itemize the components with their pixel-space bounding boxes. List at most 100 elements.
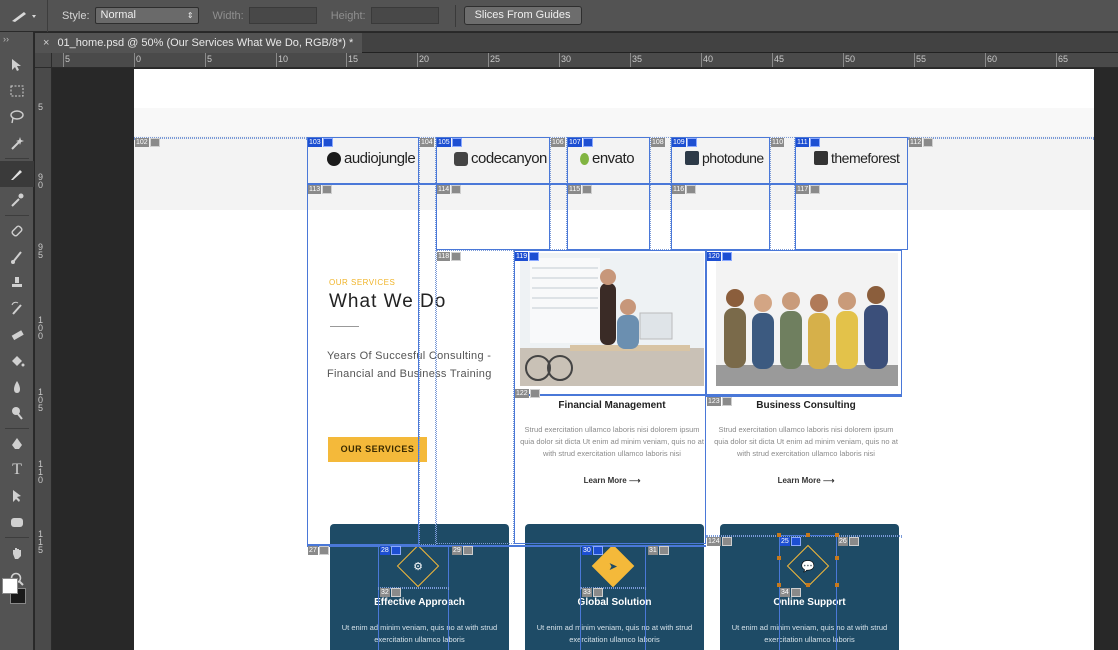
rectangle-tool-icon[interactable] <box>0 509 34 535</box>
slice-tag[interactable]: 118 <box>437 252 462 261</box>
slice-tool-icon[interactable] <box>0 161 34 187</box>
slice-handle[interactable] <box>835 583 839 587</box>
slice-outline <box>650 137 671 250</box>
tools-divider <box>5 428 29 429</box>
slice-tag[interactable]: 103 <box>308 138 333 147</box>
eraser-tool-icon[interactable] <box>0 322 34 348</box>
slice-tag[interactable]: 112 <box>909 138 934 147</box>
history-brush-tool-icon[interactable] <box>0 296 34 322</box>
slice-outline[interactable] <box>307 137 419 545</box>
slice-tag[interactable]: 117 <box>796 185 821 194</box>
blur-tool-icon[interactable] <box>0 374 34 400</box>
slice-tag[interactable]: 30 <box>582 546 603 555</box>
ruler-tick-label: 35 <box>632 54 643 64</box>
ruler-tick-mark <box>134 53 135 67</box>
style-select-value: Normal <box>100 9 136 21</box>
slice-tag[interactable]: 115 <box>568 185 593 194</box>
ruler-tick-label: 10 <box>278 54 289 64</box>
slice-tag[interactable]: 105 <box>437 138 462 147</box>
slice-outline[interactable] <box>706 250 902 395</box>
slice-tag[interactable]: 106 <box>551 138 565 147</box>
slice-tag[interactable]: 114 <box>437 185 462 194</box>
slice-tag[interactable]: 108 <box>651 138 665 147</box>
pen-tool-icon[interactable] <box>0 431 34 457</box>
healing-brush-tool-icon[interactable] <box>0 218 34 244</box>
slice-outline <box>134 137 307 139</box>
ruler-tick-mark <box>205 53 206 67</box>
eyedropper-tool-icon[interactable] <box>0 187 34 213</box>
ruler-tick-label: 115 <box>38 529 44 555</box>
slice-handle[interactable] <box>806 533 810 537</box>
slice-handle[interactable] <box>835 556 839 560</box>
slice-tool-preset-picker[interactable] <box>0 0 48 32</box>
slice-tag[interactable]: 110 <box>771 138 785 147</box>
style-label: Style: <box>62 9 90 22</box>
type-tool-icon[interactable]: T <box>0 457 34 483</box>
slice-tag[interactable]: 27 <box>308 546 329 555</box>
slices-from-guides-button[interactable]: Slices From Guides <box>463 6 582 25</box>
slice-tag[interactable]: 104 <box>420 138 434 147</box>
slice-tag[interactable]: 25 <box>780 537 801 546</box>
slice-tag[interactable]: 29 <box>452 546 473 555</box>
horizontal-ruler[interactable]: 5 0 5 10 15 20 25 30 35 40 45 50 55 60 65 <box>52 53 1118 68</box>
slice-outline[interactable] <box>514 250 706 395</box>
slice-tag[interactable]: 111 <box>796 138 820 147</box>
header-bottom-band <box>134 108 1094 136</box>
clone-stamp-tool-icon[interactable] <box>0 270 34 296</box>
slice-tag[interactable]: 28 <box>380 546 401 555</box>
ruler-tick-label: 20 <box>419 54 430 64</box>
slice-tag[interactable]: 124 <box>707 537 732 546</box>
tools-divider <box>5 215 29 216</box>
slice-handle[interactable] <box>777 583 781 587</box>
slice-outline[interactable] <box>378 545 449 650</box>
slice-tag[interactable]: 119 <box>515 252 540 261</box>
slice-tag[interactable]: 123 <box>707 397 732 406</box>
brush-tool-icon[interactable] <box>0 244 34 270</box>
slice-tag[interactable]: 107 <box>568 138 593 147</box>
document-tab[interactable]: × 01_home.psd @ 50% (Our Services What W… <box>35 33 362 53</box>
magic-wand-tool-icon[interactable] <box>0 130 34 156</box>
document-canvas[interactable]: audiojungle codecanyon envato photodune … <box>134 69 1094 650</box>
marquee-tool-icon[interactable] <box>0 78 34 104</box>
ruler-tick-label: 5 <box>65 54 71 64</box>
move-tool-icon[interactable] <box>0 52 34 78</box>
ruler-tick-label: 45 <box>774 54 785 64</box>
slice-tag[interactable]: 102 <box>135 138 160 147</box>
slice-outline <box>514 395 706 544</box>
foreground-color-swatch[interactable] <box>2 578 18 594</box>
ruler-origin[interactable] <box>35 53 52 68</box>
slice-tag[interactable]: 113 <box>308 185 333 194</box>
slice-tag[interactable]: 120 <box>707 252 732 261</box>
ruler-tick-mark <box>843 53 844 67</box>
slice-outline <box>436 250 514 544</box>
ruler-tick-mark <box>346 53 347 67</box>
style-select[interactable]: Normal ⇕ <box>94 7 199 24</box>
ruler-tick-label: 110 <box>38 459 44 485</box>
dodge-tool-icon[interactable] <box>0 400 34 426</box>
slice-handle[interactable] <box>806 583 810 587</box>
paint-bucket-tool-icon[interactable] <box>0 348 34 374</box>
width-label: Width: <box>212 9 244 22</box>
path-selection-tool-icon[interactable] <box>0 483 34 509</box>
slice-tag[interactable]: 122 <box>515 389 540 398</box>
slice-tag[interactable]: 32 <box>380 588 401 597</box>
close-tab-icon[interactable]: × <box>43 33 49 53</box>
slice-outline <box>706 395 902 397</box>
slice-tag[interactable]: 34 <box>780 588 801 597</box>
slice-tag[interactable]: 26 <box>838 537 859 546</box>
slice-tag[interactable]: 109 <box>672 138 697 147</box>
collapse-panel-icon[interactable]: ›› <box>0 32 33 52</box>
lasso-tool-icon[interactable] <box>0 104 34 130</box>
ruler-tick-mark <box>417 53 418 67</box>
slice-tag[interactable]: 31 <box>648 546 669 555</box>
slice-tag[interactable]: 33 <box>582 588 603 597</box>
slice-outline[interactable] <box>580 545 646 650</box>
hand-tool-icon[interactable] <box>0 540 34 566</box>
slice-tag[interactable]: 116 <box>672 185 697 194</box>
slice-handle[interactable] <box>777 556 781 560</box>
height-field[interactable] <box>370 7 439 24</box>
ruler-tick-label: 55 <box>916 54 927 64</box>
width-field[interactable] <box>248 7 317 24</box>
vertical-ruler[interactable]: 5 90 95 100 105 110 115 <box>35 68 52 650</box>
tools-divider <box>5 158 29 159</box>
